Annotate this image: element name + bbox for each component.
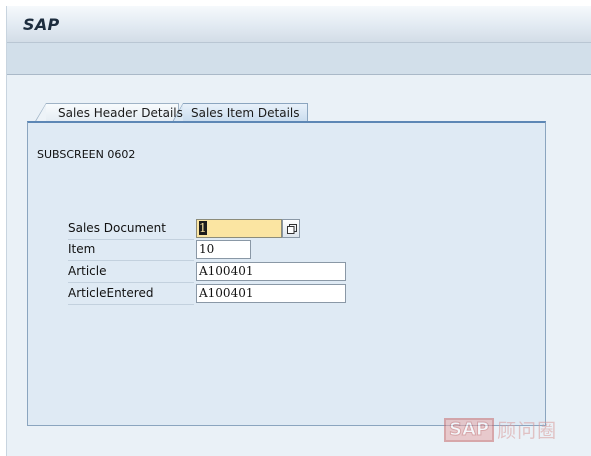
item-label: Item <box>68 240 194 261</box>
item-field[interactable]: 10 <box>196 240 251 259</box>
sales-document-label: Sales Document <box>68 219 194 240</box>
tab-label: Sales Item Details <box>191 106 300 120</box>
article-field[interactable]: A100401 <box>196 262 346 281</box>
sales-document-value: 1 <box>199 221 207 235</box>
tab-panel: SUBSCREEN 0602 Sales Document 1 Item 10 … <box>27 121 546 426</box>
watermark-sap-logo: SAP <box>444 417 495 442</box>
tab-sales-header-details[interactable]: Sales Header Details <box>34 103 183 123</box>
application-toolbar <box>7 43 591 75</box>
article-entered-label: ArticleEntered <box>68 284 194 305</box>
watermark-text: 顾问圈 <box>497 420 558 442</box>
article-label: Article <box>68 262 194 283</box>
value-help-button[interactable] <box>282 219 300 238</box>
watermark-logo: SAP 顾问圈 <box>444 417 557 442</box>
sales-document-field[interactable]: 1 <box>196 219 282 238</box>
tab-label: Sales Header Details <box>58 106 183 120</box>
subscreen-title: SUBSCREEN 0602 <box>37 148 136 161</box>
value-help-icon <box>287 224 297 234</box>
app-title: SAP <box>23 15 60 34</box>
title-bar: SAP <box>7 6 591 43</box>
article-entered-field[interactable]: A100401 <box>196 284 346 303</box>
